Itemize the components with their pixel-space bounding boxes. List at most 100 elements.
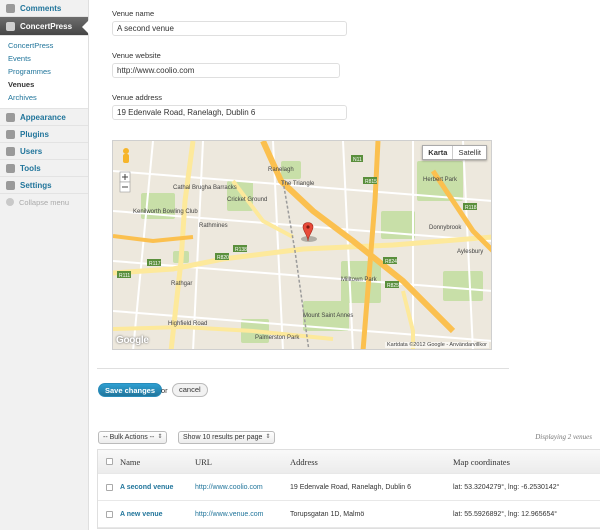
map-road-r815: R815 [365,179,377,185]
chevron-updown-icon: ⇕ [157,434,163,440]
displaying-count: Displaying 2 venues [535,433,592,441]
or-text: or [161,386,168,395]
map-label-mount-saint: Mount Saint Annes [303,313,353,319]
menu-appearance[interactable]: Appearance [0,109,88,126]
map-type-map-button[interactable]: Karta [423,146,454,159]
row-checkbox[interactable] [105,483,113,491]
appearance-icon [6,112,15,122]
menu-plugins-label: Plugins [20,129,49,139]
map-label-triangle: The Triangle [281,181,315,187]
save-changes-button[interactable]: Save changes [98,383,163,397]
venue-name-link[interactable]: A new venue [120,511,195,518]
collapse-menu-label: Collapse menu [19,197,70,207]
venue-website-label: Venue website [112,51,161,60]
collapse-menu-button[interactable]: Collapse menu [0,194,88,210]
menu-tools[interactable]: Tools [0,160,88,177]
venue-coordinates: lat: 55.5926892°, lng: 12.965654° [453,510,558,518]
map-road-r824: R824 [385,259,397,265]
concertpress-icon [6,21,15,31]
venue-url-link[interactable]: http://www.venue.com [195,511,290,518]
menu-comments[interactable]: Comments [0,0,88,17]
header-url[interactable]: URL [195,457,290,467]
map-road-r138: R138 [235,247,247,253]
header-name[interactable]: Name [120,457,195,467]
table-row: A second venue http://www.coolio.com 19 … [98,474,600,501]
header-coordinates[interactable]: Map coordinates [453,457,600,467]
venue-url-link[interactable]: http://www.coolio.com [195,484,290,491]
map-label-highfield: Highfield Road [168,321,207,327]
map-type-control: Karta Satellit [422,145,487,160]
menu-concertpress-label: ConcertPress [20,21,73,31]
menu-tools-label: Tools [20,163,41,173]
submenu-events[interactable]: Events [0,52,88,65]
submenu-archives[interactable]: Archives [0,91,88,104]
map-label-donnybrook: Donnybrook [429,225,462,231]
venue-name-input[interactable]: A second venue [112,21,347,36]
zoom-in-button[interactable] [119,171,131,183]
venue-address: 19 Edenvale Road, Ranelagh, Dublin 6 [290,483,412,491]
bulk-actions-select[interactable]: -- Bulk Actions -- ⇕ [98,431,168,444]
zoom-out-button[interactable] [119,181,131,193]
table-header-row: Name URL Address Map coordinates [98,450,600,474]
users-icon [6,146,15,156]
pegman-icon[interactable] [123,148,129,163]
map-road-r820: R820 [217,255,229,261]
venue-name-link[interactable]: A second venue [120,484,195,491]
menu-plugins[interactable]: Plugins [0,126,88,143]
submenu-concertpress[interactable]: ConcertPress [0,39,88,52]
venue-map[interactable]: Ranelagh The Triangle Cathal Brugha Barr… [112,140,492,350]
settings-icon [6,180,15,190]
map-label-cricket: Cricket Ground [227,197,267,203]
map-road-r111: R111 [119,273,130,279]
map-label-aylesbury: Aylesbury [457,249,483,255]
table-row: A new venue http://www.venue.com Torupsg… [98,501,600,528]
map-road-n11: N11 [353,157,362,163]
venue-address: Torupsgatan 1D, Malmö [290,510,365,518]
header-address[interactable]: Address [290,457,453,467]
menu-settings-label: Settings [20,180,52,190]
map-road-r117: R117 [149,261,161,267]
comments-icon [6,3,15,13]
map-label-milltown: Milltown Park [341,277,378,283]
venue-website-input[interactable]: http://www.coolio.com [112,63,340,78]
map-canvas: Ranelagh The Triangle Cathal Brugha Barr… [113,141,491,349]
map-label-palmerston: Palmerston Park [255,335,300,341]
submenu-venues[interactable]: Venues [0,78,88,91]
menu-users-label: Users [20,146,43,156]
map-type-satellite-button[interactable]: Satellit [453,146,486,159]
chevron-updown-icon: ⇕ [265,434,271,440]
venues-table: Name URL Address Map coordinates A secon… [97,449,600,529]
map-label-bowling: Kenilworth Bowling Club [133,209,198,215]
map-label-herbert: Herbert Park [423,177,458,183]
venue-name-label: Venue name [112,9,155,18]
collapse-icon [6,198,14,206]
menu-concertpress[interactable]: ConcertPress [0,17,89,36]
row-checkbox[interactable] [105,510,113,518]
map-label-ranelagh: Ranelagh [268,167,294,173]
map-road-r118: R118 [465,205,477,211]
submenu-programmes[interactable]: Programmes [0,65,88,78]
menu-settings[interactable]: Settings [0,177,88,194]
plugins-icon [6,129,15,139]
map-label-barracks: Cathal Brugha Barracks [173,185,237,191]
admin-sidebar: Comments ConcertPress ConcertPress Event… [0,0,89,530]
venue-coordinates: lat: 53.3204279°, lng: -6.2530142° [453,483,560,491]
map-copyright[interactable]: Kartdata ©2012 Google - Användarvillkor [384,342,489,348]
cancel-button[interactable]: cancel [172,383,208,397]
concertpress-submenu: ConcertPress Events Programmes Venues Ar… [0,36,88,109]
bulk-actions-value: -- Bulk Actions -- [103,434,155,441]
menu-comments-label: Comments [20,3,62,13]
map-label-rathmines: Rathmines [199,223,228,229]
tools-icon [6,163,15,173]
menu-users[interactable]: Users [0,143,88,160]
map-road-r825: R825 [387,283,399,289]
venue-address-input[interactable]: 19 Edenvale Road, Ranelagh, Dublin 6 [112,105,347,120]
select-all-checkbox[interactable] [105,458,113,465]
per-page-value: Show 10 results per page [183,434,263,441]
venue-address-label: Venue address [112,93,163,102]
map-label-rathgar: Rathgar [171,281,192,287]
form-divider [97,368,509,369]
per-page-select[interactable]: Show 10 results per page ⇕ [178,431,276,444]
google-logo: Google [116,335,149,346]
menu-appearance-label: Appearance [20,112,66,122]
